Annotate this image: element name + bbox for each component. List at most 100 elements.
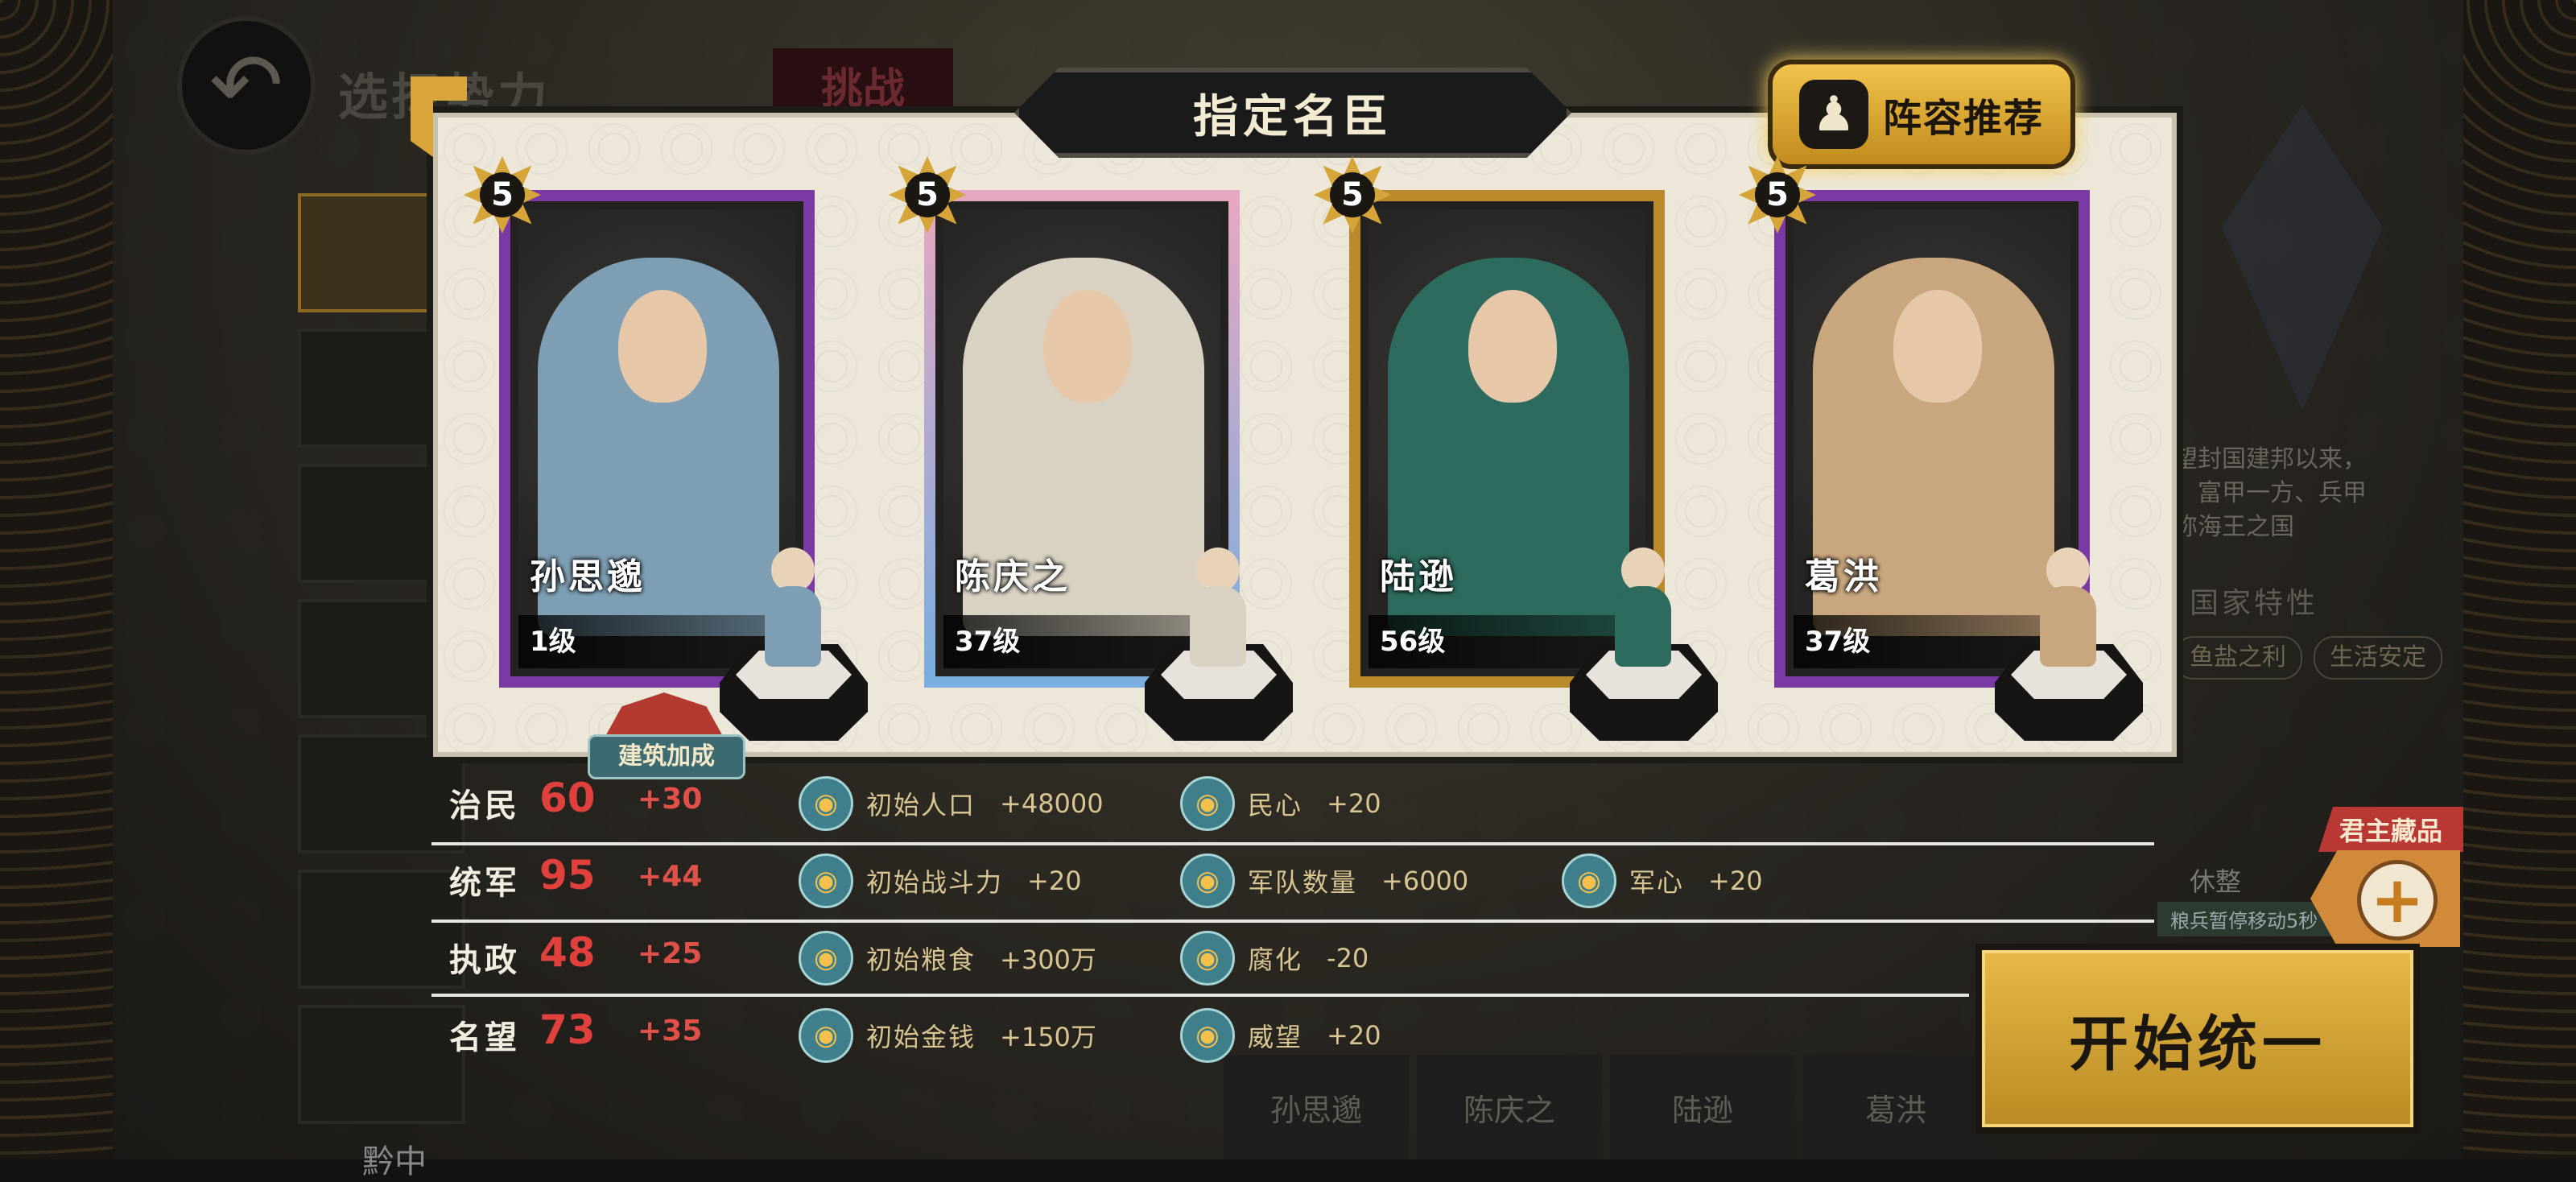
stat-row: 名望 73 +35 ◉ 初始金钱 +150万 ◉ 威望 +20 [431, 998, 2154, 1072]
effect-label: 初始战斗力 [866, 867, 1004, 898]
effect-label: 初始粮食 [866, 944, 976, 975]
stat-bonus: +25 [638, 937, 703, 970]
chibi-body [1190, 586, 1246, 667]
stat-effect: ◉ 初始人口 +48000 [799, 776, 1104, 831]
stat-name: 执政 [449, 942, 520, 979]
medal-icon: ◉ [1180, 1008, 1235, 1063]
effect-value: +48000 [1000, 788, 1104, 819]
grain-icon: ◉ [799, 931, 853, 986]
effect-label: 威望 [1248, 1022, 1303, 1052]
star-count: 5 [905, 172, 950, 217]
effect-value: +6000 [1381, 866, 1469, 896]
region-label: 黔中 [362, 1143, 427, 1180]
back-button[interactable]: ↶ [177, 16, 316, 155]
effect-value: -20 [1327, 943, 1369, 973]
stat-effect: ◉ 初始金钱 +150万 [799, 1008, 1096, 1063]
effect-label: 民心 [1248, 790, 1303, 820]
stat-value: 48 [539, 929, 596, 976]
rest-label: 休整 [2190, 866, 2242, 897]
effect-value: +300万 [1000, 944, 1096, 975]
stat-bonus: +35 [638, 1015, 703, 1048]
trait-badge[interactable]: 鱼盐之利 [2174, 636, 2302, 680]
effect-label: 初始金钱 [866, 1022, 976, 1052]
hand-icon: ◉ [1180, 931, 1235, 986]
stat-effect: ◉ 军心 +20 [1562, 853, 1763, 908]
stat-name: 统军 [449, 865, 520, 902]
coin-icon: ◉ [799, 1008, 853, 1063]
star-badge: 5 [1314, 156, 1391, 234]
portrait-frame: 葛洪 37级 [1794, 209, 2070, 668]
stat-effect: ◉ 军队数量 +6000 [1180, 853, 1468, 908]
star-count: 5 [1330, 172, 1375, 217]
stat-bonus: +44 [638, 860, 703, 893]
trait-badge[interactable]: 生活安定 [2314, 636, 2442, 680]
portrait-frame: 陈庆之 37级 [943, 209, 1220, 668]
effect-label: 军队数量 [1248, 867, 1358, 898]
chibi-figure [757, 548, 829, 668]
effect-label: 腐化 [1248, 944, 1303, 975]
star-badge: 5 [464, 156, 541, 234]
star-badge: 5 [889, 156, 966, 234]
heart-icon: ◉ [1180, 776, 1235, 831]
stat-effect: ◉ 威望 +20 [1180, 1008, 1381, 1063]
stat-effect: ◉ 初始粮食 +300万 [799, 931, 1096, 986]
lineup-recommend-label: 阵容推荐 [1882, 96, 2044, 141]
portrait-frame: 陆逊 56级 [1368, 209, 1645, 668]
portrait-head [1893, 290, 1982, 403]
portrait-head [618, 290, 707, 403]
add-treasure-icon[interactable]: + [2357, 860, 2438, 940]
stat-bonus: +30 [638, 783, 703, 816]
rest-subtitle: 粮兵暂停移动5秒 [2157, 902, 2331, 936]
star-count: 5 [1755, 172, 1800, 217]
stat-row: 统军 95 +44 ◉ 初始战斗力 +20 ◉ 军队数量 +6000 ◉ 军心 +20 [431, 844, 2154, 918]
treasure-tag: 君主藏品 [2318, 807, 2463, 852]
chibi-body [765, 586, 821, 667]
portrait-head [1468, 290, 1557, 403]
effect-value: +20 [1708, 866, 1763, 896]
dialog-title: 指定名臣 [1014, 68, 1571, 158]
stat-effect: ◉ 初始战斗力 +20 [799, 853, 1082, 908]
chibi-figure [1607, 548, 1679, 668]
stat-name: 治民 [449, 787, 520, 825]
stat-value: 60 [539, 775, 596, 821]
portrait-frame: 孙思邈 1级 [518, 209, 795, 668]
lineup-recommend-button[interactable]: ♟ 阵容推荐 [1768, 60, 2075, 169]
helmet-icon: ◉ [1562, 853, 1616, 908]
chess-piece-icon: ♟ [1798, 80, 1868, 149]
effect-value: +20 [1327, 788, 1381, 819]
stat-row: 治民 60 +30 ◉ 初始人口 +48000 ◉ 民心 +20 [431, 767, 2154, 841]
right-ornament [2463, 0, 2576, 1159]
stat-value: 73 [539, 1006, 596, 1053]
pickaxe-icon: ◉ [799, 853, 853, 908]
effect-value: +20 [1327, 1020, 1381, 1051]
nation-description: 望封国建邦以来， ，富甲一方、兵甲 称海王之国 [2174, 445, 2367, 541]
stat-name: 名望 [449, 1019, 520, 1056]
effect-label: 初始人口 [866, 790, 976, 820]
effect-label: 军心 [1629, 867, 1685, 898]
stat-effect: ◉ 腐化 -20 [1180, 931, 1368, 986]
star-count: 5 [480, 172, 525, 217]
start-unify-label: 开始统一 [2069, 1009, 2326, 1079]
minister-name: 孙思邈 [530, 556, 646, 597]
left-ornament [0, 0, 113, 1159]
population-icon: ◉ [799, 776, 853, 831]
back-arrow-icon: ↶ [208, 34, 284, 137]
stat-value: 95 [539, 852, 596, 899]
stat-effect: ◉ 民心 +20 [1180, 776, 1381, 831]
minister-name: 陆逊 [1380, 556, 1457, 597]
minister-name: 葛洪 [1805, 556, 1882, 597]
effect-value: +150万 [1000, 1022, 1096, 1052]
minister-name: 陈庆之 [955, 556, 1071, 597]
star-badge: 5 [1739, 156, 1816, 234]
troops-icon: ◉ [1180, 853, 1235, 908]
chibi-figure [2032, 548, 2104, 668]
chibi-body [2040, 586, 2096, 667]
pagoda-icon [604, 692, 724, 739]
nation-traits-title: 国家特性 [2190, 587, 2319, 620]
start-unify-button[interactable]: 开始统一 [1975, 944, 2420, 1134]
chibi-figure [1182, 548, 1254, 668]
portrait-head [1043, 290, 1132, 403]
chibi-body [1615, 586, 1671, 667]
stat-row: 执政 48 +25 ◉ 初始粮食 +300万 ◉ 腐化 -20 [431, 921, 2154, 995]
effect-value: +20 [1027, 866, 1082, 896]
